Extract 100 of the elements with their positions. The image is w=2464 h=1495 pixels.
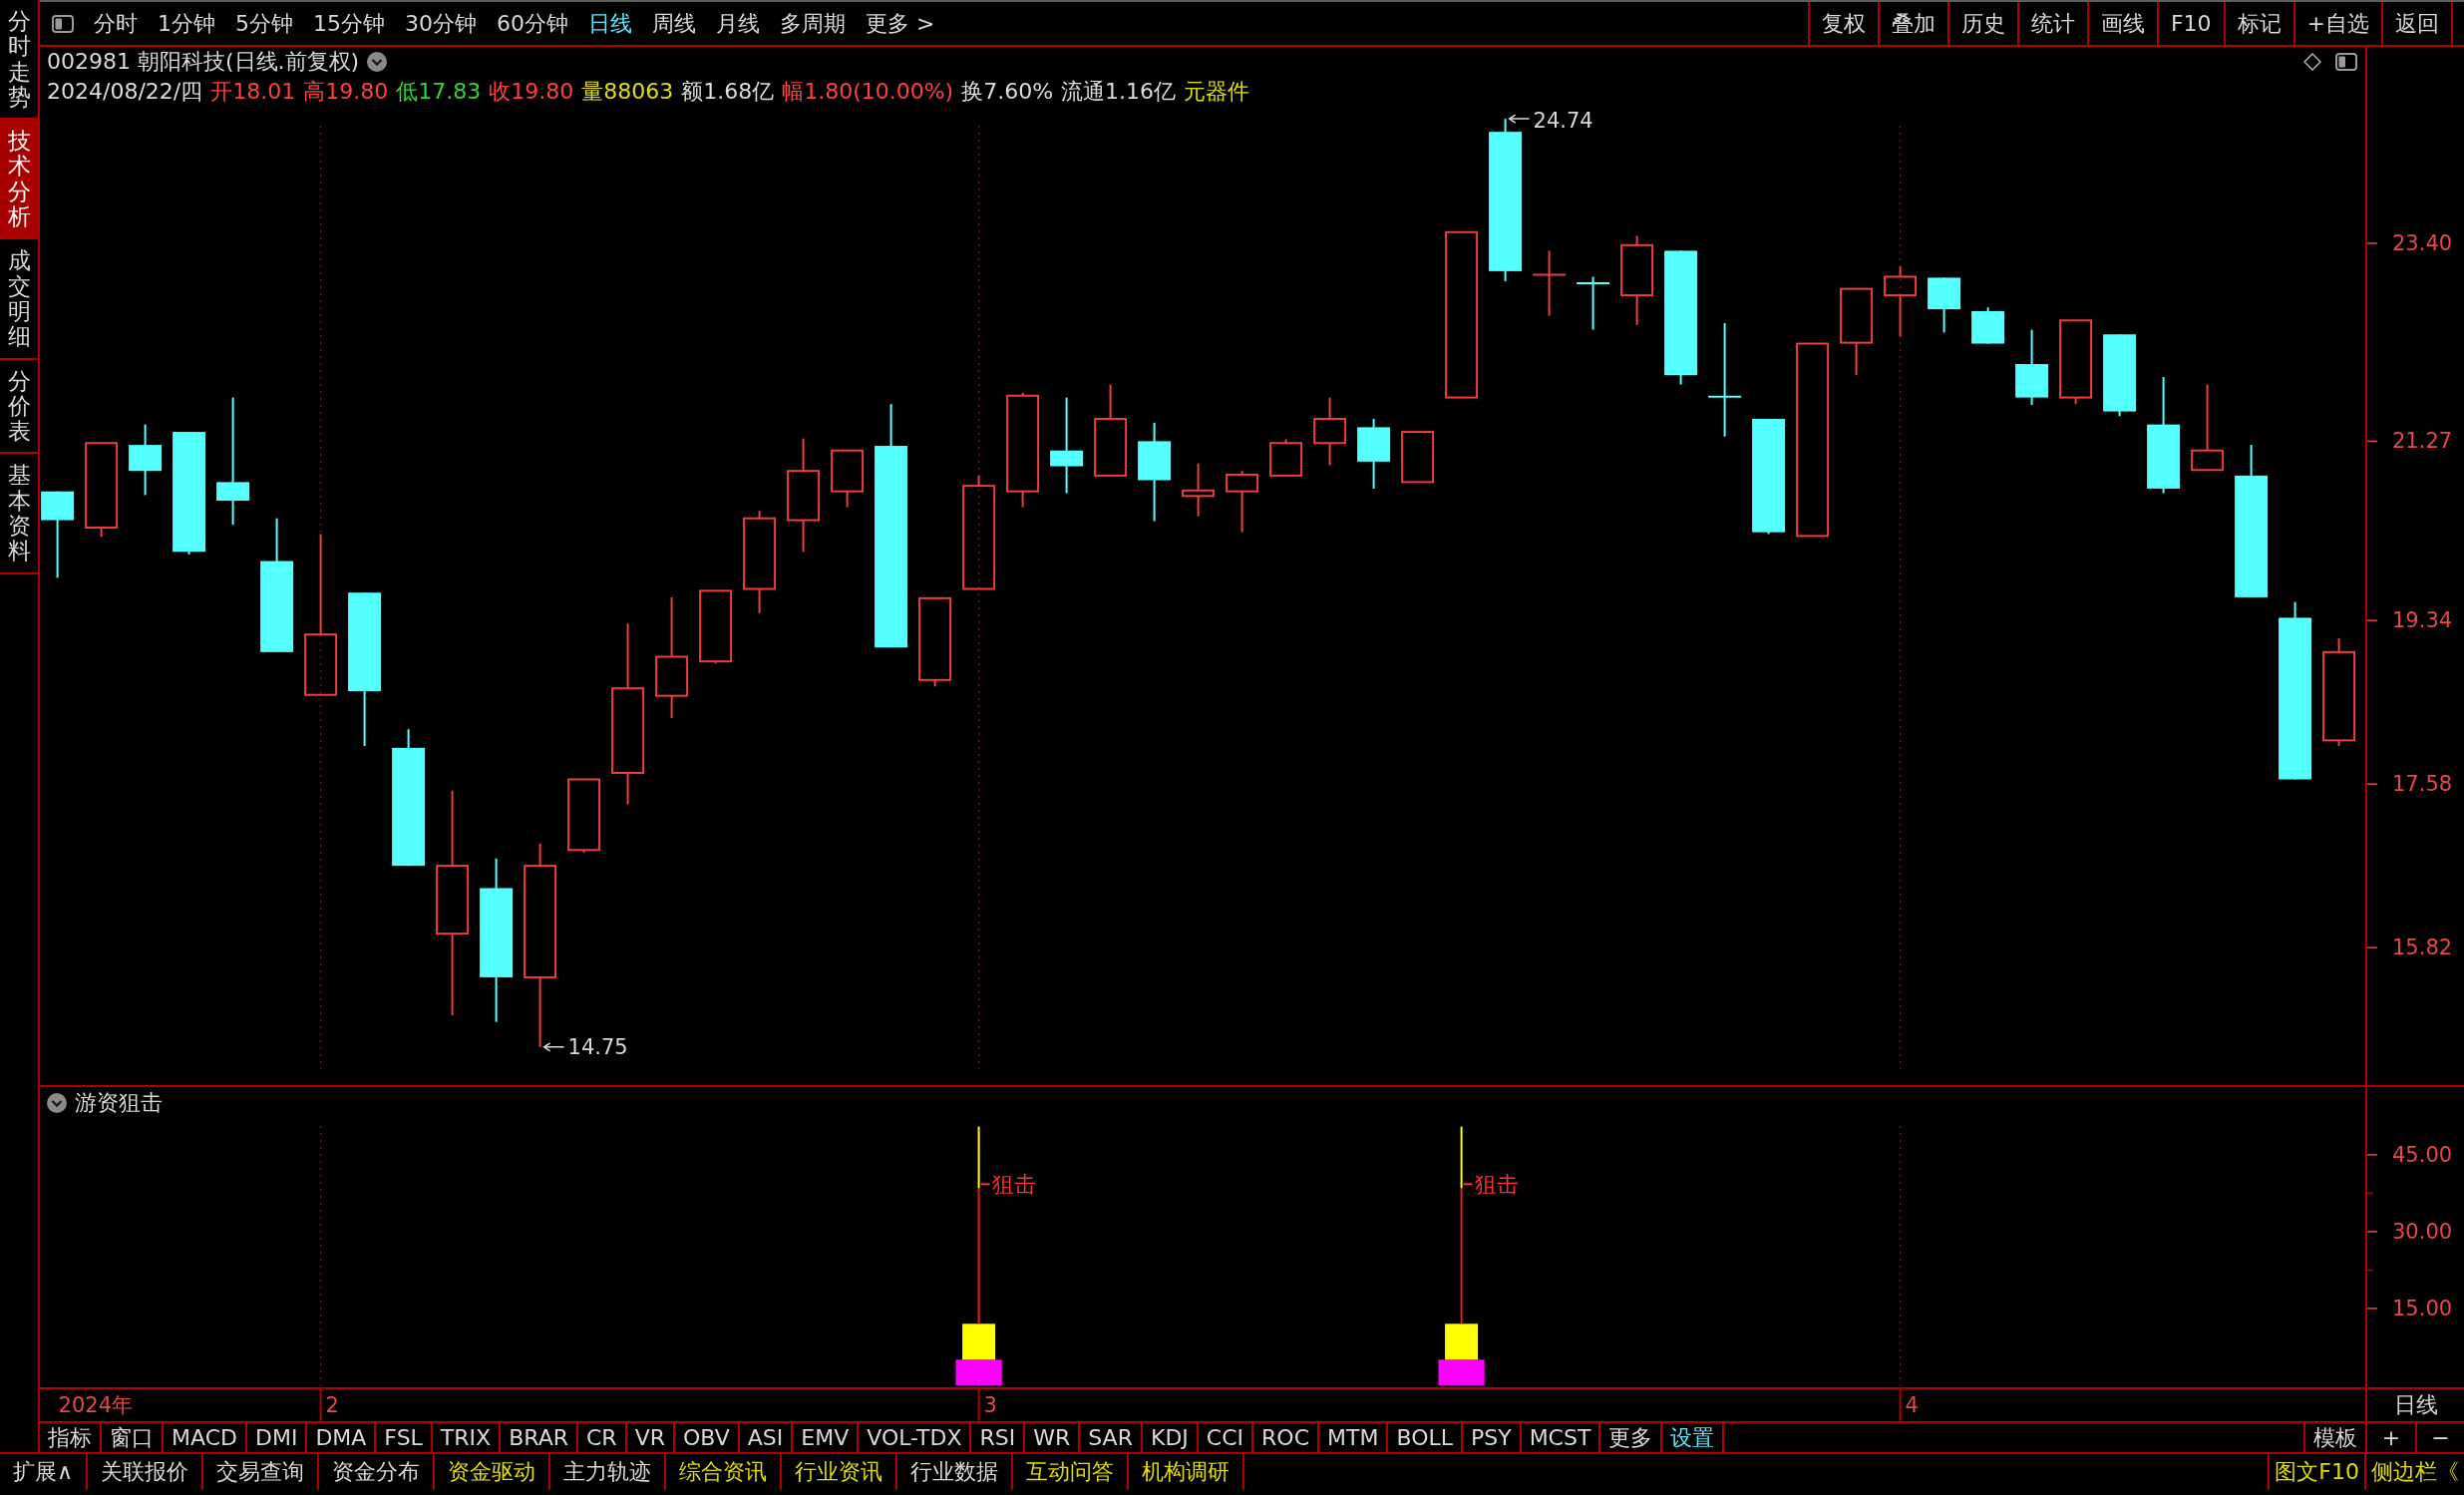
quote-value: 开18.01 [210,78,296,106]
toolbar-button[interactable]: 统计 [2016,2,2087,45]
tick-mark [1462,1183,1474,1186]
bottom-tab[interactable]: 主力轨迹 [550,1454,667,1490]
panel-toggle-icon[interactable] [2335,53,2357,71]
period-tab[interactable]: 多周期 [770,2,856,45]
period-tab[interactable]: 60分钟 [487,2,578,45]
indicator-tab[interactable]: CR [578,1423,627,1452]
period-tab[interactable]: 15分钟 [303,2,395,45]
signal-block [955,1359,1002,1385]
quote-value: 换7.60% [961,78,1054,106]
period-tab[interactable]: 日线 [578,2,642,45]
period-tab[interactable]: 1分钟 [148,2,225,45]
indicator-tab[interactable]: EMV [793,1423,860,1452]
diamond-icon[interactable] [2303,53,2321,71]
period-label: 日线 [2365,1389,2464,1421]
signal-block [1438,1359,1485,1385]
indicator-tab[interactable]: DMI [246,1423,308,1452]
toolbar-button[interactable]: +自选 [2292,2,2381,45]
indicator-tab[interactable]: VOL-TDX [859,1423,972,1452]
quote-value: 量88063 [581,78,674,106]
plus-button[interactable]: + [2365,1423,2415,1452]
toolbar-button[interactable]: 画线 [2086,2,2157,45]
toolbar-button[interactable]: F10 [2156,2,2224,45]
axis-label: 2024年 [58,1393,134,1417]
indicator-tab[interactable]: SAR [1080,1423,1143,1452]
indicator-tab[interactable]: ROC [1253,1423,1319,1452]
indicator-tab[interactable]: TRIX [432,1423,502,1452]
axis-label: 45.00 [2392,1142,2453,1167]
indicator-tab[interactable]: 指标 [40,1423,102,1452]
indicator-tab[interactable]: ASI [739,1423,794,1452]
indicator-tab[interactable]: RSI [971,1423,1026,1452]
bottom-tab[interactable]: 扩展∧ [0,1454,89,1490]
bottom-tab[interactable]: 图文F10 [2268,1454,2364,1490]
bottom-tab[interactable]: 侧边栏《 [2364,1454,2464,1490]
signal-label: 狙击 [991,1171,1036,1197]
axis-label: 23.40 [2392,230,2453,255]
toolbar-button[interactable]: 历史 [1946,2,2017,45]
indicator-tab[interactable]: 更多 [1600,1423,1663,1452]
indicator-tab[interactable]: MCST [1521,1423,1601,1452]
period-tab[interactable]: 5分钟 [225,2,303,45]
indicator-tab[interactable]: WR [1025,1423,1081,1452]
quote-value: 幅1.80(10.00%) [782,78,954,106]
stock-title: 002981 朝阳科技(日线.前复权) [47,48,360,76]
chevron-down-icon[interactable] [367,52,388,72]
period-tab[interactable]: 月线 [706,2,770,45]
bottom-tab[interactable]: 互动问答 [1013,1454,1130,1490]
quote-value: 流通1.16亿 [1061,78,1177,106]
quote-value: 额1.68亿 [681,78,775,106]
indicator-tab[interactable]: DMA [307,1423,377,1452]
indicator-tab[interactable]: MACD [164,1423,247,1452]
quote-value: 2024/08/22/四 [47,78,203,106]
sidebar-tab[interactable]: 技术分析 [0,120,38,240]
axis-label: 15.82 [2392,935,2453,960]
bottom-tab[interactable]: 行业数据 [897,1454,1014,1490]
tick-mark [979,1183,991,1186]
bottom-tab[interactable]: 行业资讯 [782,1454,898,1490]
axis-label: 21.27 [2392,429,2453,454]
period-tab[interactable]: 更多 > [856,2,945,45]
bottom-tab[interactable]: 交易查询 [203,1454,320,1490]
chevron-down-icon[interactable] [47,1093,67,1113]
period-tab[interactable]: 分时 [84,2,148,45]
axis-label: 30.00 [2392,1219,2453,1244]
indicator-tab[interactable]: 窗口 [102,1423,164,1452]
template-button[interactable]: 模板 [2303,1423,2365,1452]
axis-label: 3 [983,1393,997,1417]
panel-toggle-icon[interactable] [52,14,74,33]
toolbar-button[interactable]: 叠加 [1877,2,1947,45]
indicator-tab[interactable]: BRAR [501,1423,578,1452]
quote-value: 元器件 [1184,78,1250,106]
minus-button[interactable]: − [2415,1423,2464,1452]
indicator-tab[interactable]: OBV [675,1423,740,1452]
bottom-tab[interactable]: 资金分布 [319,1454,436,1490]
period-tab[interactable]: 30分钟 [395,2,487,45]
toolbar-button[interactable]: 返回 [2381,2,2451,45]
indicator-tab[interactable]: CCI [1198,1423,1254,1452]
axis-label: 4 [1905,1393,1919,1417]
axis-label: 2 [325,1393,339,1417]
toolbar-button[interactable]: 复权 [1807,2,1878,45]
indicator-tab[interactable]: MTM [1319,1423,1389,1452]
quote-value: 低17.83 [396,78,482,106]
period-tab[interactable]: 周线 [642,2,706,45]
indicator-tab[interactable]: PSY [1462,1423,1522,1452]
axis-label: 17.58 [2392,772,2453,797]
quote-value: 收19.80 [489,78,574,106]
indicator-tab[interactable]: FSL [376,1423,433,1452]
bottom-tab[interactable]: 综合资讯 [666,1454,783,1490]
bottom-tab[interactable]: 关联报价 [88,1454,204,1490]
axis-label: 19.34 [2392,608,2453,633]
bottom-tab[interactable]: 机构调研 [1129,1454,1245,1490]
indicator-tab[interactable]: BOLL [1388,1423,1463,1452]
indicator-tab[interactable]: KDJ [1142,1423,1199,1452]
quote-value: 高19.80 [303,78,389,106]
indicator-tab[interactable]: 设置 [1662,1423,1725,1452]
signal-label: 狙击 [1474,1171,1519,1197]
indicator-title: 游资狙击 [75,1089,163,1117]
indicator-tab[interactable]: VR [626,1423,675,1452]
signal-block [1445,1323,1479,1360]
bottom-tab[interactable]: 资金驱动 [435,1454,551,1490]
toolbar-button[interactable]: 标记 [2223,2,2293,45]
